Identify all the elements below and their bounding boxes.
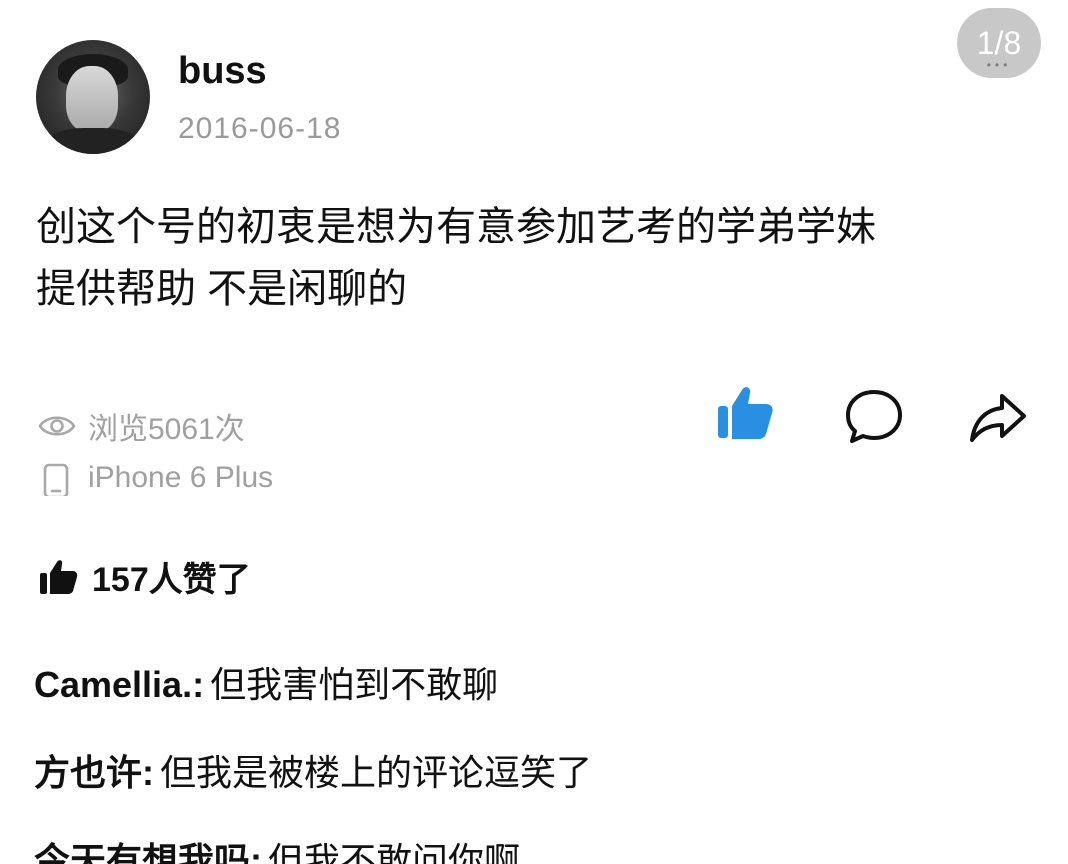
post-date: 2016-06-18 bbox=[178, 112, 342, 145]
phone-icon bbox=[43, 463, 69, 496]
comment-item[interactable]: 今天有想我吗: 但我不敢问你啊 bbox=[34, 832, 520, 864]
comment-text: 但我害怕到不敢聊 bbox=[210, 664, 499, 705]
page-counter-label: 1/8 bbox=[976, 24, 1022, 61]
avatar-face bbox=[66, 66, 118, 132]
views-row: 浏览5061次 bbox=[38, 404, 245, 448]
thumbs-up-icon[interactable] bbox=[714, 382, 774, 442]
comment-item[interactable]: Camellia.: 但我害怕到不敢聊 bbox=[34, 656, 498, 708]
comment-author[interactable]: Camellia.: bbox=[34, 664, 204, 705]
comment-text: 但我是被楼上的评论逗笑了 bbox=[160, 752, 593, 793]
post-detail-page: buss 2016-06-18 1/8 ••• 创这个号的初衷是想为有意参加艺考… bbox=[0, 0, 1068, 864]
user-avatar[interactable] bbox=[36, 40, 150, 154]
share-arrow-icon[interactable] bbox=[968, 386, 1028, 446]
username[interactable]: buss bbox=[178, 50, 267, 93]
device-name: iPhone 6 Plus bbox=[88, 461, 274, 494]
comment-item[interactable]: 方也许: 但我是被楼上的评论逗笑了 bbox=[34, 744, 592, 796]
comment-text: 但我不敢问你啊 bbox=[268, 840, 521, 864]
post-body-line: 提供帮助 不是闲聊的 bbox=[36, 267, 408, 311]
likes-count: 157人赞了 bbox=[92, 561, 251, 599]
views-count: 浏览5061次 bbox=[88, 413, 245, 446]
thumbs-up-icon bbox=[40, 559, 78, 594]
likes-summary[interactable]: 157人赞了 bbox=[38, 552, 251, 601]
post-body: 创这个号的初衷是想为有意参加艺考的学弟学妹 提供帮助 不是闲聊的 bbox=[36, 196, 1036, 320]
more-dots-icon[interactable]: ••• bbox=[957, 58, 1041, 72]
comment-author[interactable]: 今天有想我吗: bbox=[34, 840, 262, 864]
post-body-line: 创这个号的初衷是想为有意参加艺考的学弟学妹 bbox=[36, 205, 876, 249]
device-row: iPhone 6 Plus bbox=[38, 460, 273, 496]
image-page-counter: 1/8 ••• bbox=[957, 8, 1041, 78]
speech-bubble-icon[interactable] bbox=[844, 386, 904, 446]
comment-author[interactable]: 方也许: bbox=[34, 752, 154, 793]
eye-icon bbox=[38, 416, 76, 436]
avatar-shirt bbox=[46, 128, 140, 154]
